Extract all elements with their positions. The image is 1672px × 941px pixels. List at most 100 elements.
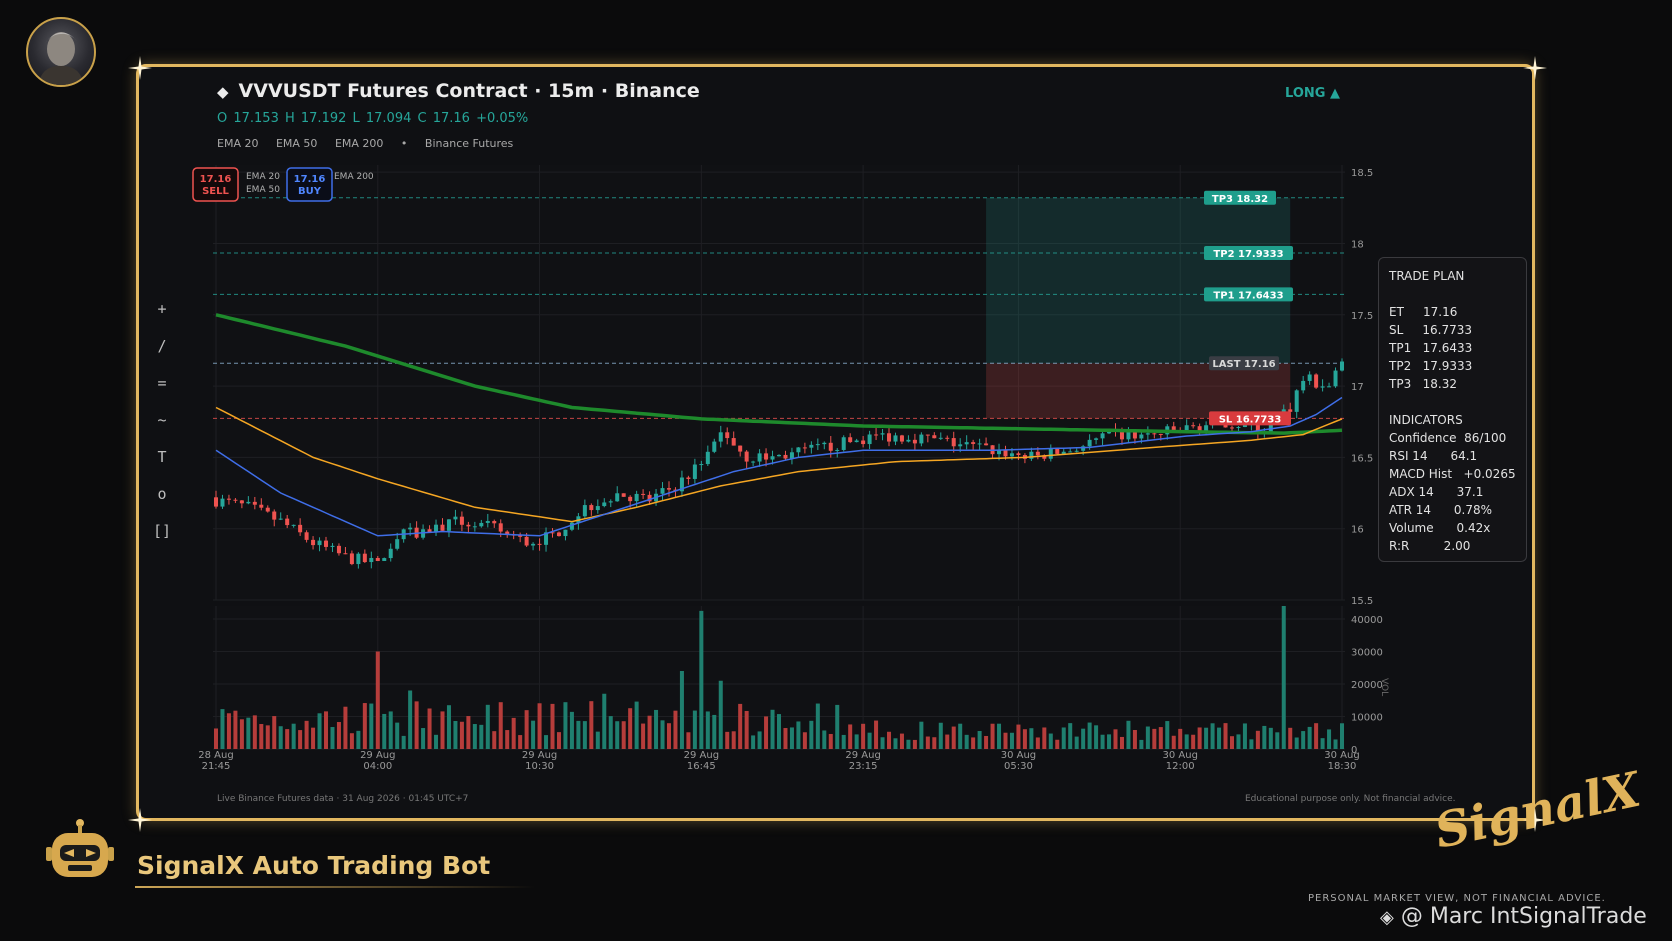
- indicator-macd: MACD Hist +0.0265: [1389, 467, 1516, 481]
- volume-bar: [1061, 727, 1066, 749]
- candle-body: [272, 511, 277, 520]
- volume-bar: [1009, 732, 1014, 749]
- volume-bar: [537, 703, 542, 749]
- volume-bar: [531, 720, 536, 749]
- volume-bar: [744, 710, 749, 749]
- candle-body: [304, 532, 309, 540]
- trade-plan-sl: SL 16.7733: [1389, 323, 1472, 337]
- volume-bar: [899, 733, 904, 749]
- volume-bar: [880, 737, 885, 749]
- time-tick-label: 30 Aug: [1001, 750, 1036, 761]
- candle-body: [324, 540, 329, 547]
- volume-bar: [356, 730, 361, 749]
- price-tick-label: 16: [1351, 525, 1364, 536]
- price-tick-label: 18.5: [1351, 168, 1373, 179]
- candle-body: [1152, 433, 1157, 435]
- time-tick-label: 29 Aug: [845, 750, 880, 761]
- candle-body: [330, 545, 335, 547]
- volume-bar: [971, 737, 976, 749]
- volume-bar: [1255, 730, 1260, 749]
- candle-body: [641, 493, 646, 495]
- volume-bar: [809, 720, 814, 749]
- bot-name: SignalX Auto Trading Bot: [137, 851, 491, 880]
- candle-body: [848, 437, 853, 443]
- candle-body: [252, 501, 257, 505]
- candle-body: [498, 523, 503, 532]
- candle-body: [906, 439, 911, 442]
- time-tick-label: 30 Aug: [1162, 750, 1197, 761]
- volume-bar: [1288, 727, 1293, 749]
- candle-body: [977, 443, 982, 445]
- candle-body: [718, 432, 723, 442]
- candle-body: [854, 440, 859, 443]
- candle-body: [317, 540, 322, 546]
- volume-bar: [408, 690, 413, 749]
- volume-bar: [1262, 725, 1267, 749]
- volume-bar: [1229, 736, 1234, 749]
- candle-body: [466, 524, 471, 527]
- candle-body: [440, 524, 445, 531]
- candle-body: [1301, 380, 1306, 391]
- volume-bar: [421, 728, 426, 749]
- volume-bar: [679, 671, 684, 749]
- volume-bar: [304, 720, 309, 749]
- candle-body: [213, 497, 219, 507]
- candle-body: [887, 433, 892, 442]
- volume-bar: [828, 733, 833, 749]
- volume-bar: [298, 730, 303, 749]
- candle-body: [971, 442, 976, 444]
- buy-price: 17.16: [294, 174, 326, 185]
- price-tick-label: 18: [1351, 239, 1364, 250]
- candle-body: [1009, 453, 1014, 457]
- candle-body: [239, 500, 244, 504]
- candle-body: [1236, 427, 1241, 429]
- volume-bar: [291, 723, 296, 749]
- candle-body: [615, 493, 620, 502]
- volume-bar: [932, 737, 937, 749]
- volume-bar: [919, 721, 924, 749]
- candle-body: [472, 526, 477, 528]
- candle-body: [278, 518, 283, 520]
- volume-bar: [893, 738, 898, 749]
- volume-bar: [835, 704, 840, 749]
- volume-bar: [330, 727, 335, 749]
- candle-body: [524, 536, 529, 546]
- candle-body: [841, 437, 846, 450]
- time-tick-label: 16:45: [687, 761, 716, 772]
- price-tick-label: 16.5: [1351, 453, 1373, 464]
- volume-bar: [427, 708, 432, 749]
- volume-bar: [660, 720, 665, 749]
- volume-bar: [233, 710, 238, 749]
- volume-bar: [1171, 735, 1176, 749]
- volume-bar: [440, 711, 445, 749]
- candle-body: [776, 454, 782, 457]
- candle-body: [1307, 374, 1312, 381]
- volume-bar: [738, 703, 743, 749]
- time-tick-label: 28 Aug: [198, 750, 233, 761]
- candle-body: [809, 444, 814, 448]
- candle-body: [298, 524, 303, 533]
- candle-body: [1126, 431, 1131, 440]
- volume-bar: [945, 734, 950, 749]
- bot-name-underline: [135, 886, 535, 888]
- volume-bar: [1281, 606, 1286, 749]
- candle-body: [369, 557, 374, 563]
- volume-bar: [673, 710, 678, 749]
- disclaimer-note: Educational purpose only. Not financial …: [1245, 794, 1456, 804]
- volume-bar: [246, 717, 251, 749]
- tp2-label: TP2 17.9333: [1213, 249, 1283, 260]
- volume-bar: [272, 716, 277, 749]
- volume-tick-label: 10000: [1351, 713, 1383, 724]
- volume-bar: [1132, 730, 1137, 749]
- volume-bar: [1339, 723, 1345, 749]
- candle-body: [621, 493, 626, 497]
- volume-bar: [336, 722, 341, 749]
- volume-bar: [569, 711, 574, 749]
- volume-bar: [1003, 732, 1008, 749]
- volume-bar: [1197, 727, 1202, 749]
- volume-bar: [382, 713, 387, 749]
- volume-bar: [887, 731, 892, 749]
- volume-bar: [375, 651, 380, 749]
- candle-body: [1184, 425, 1189, 431]
- volume-bar: [997, 723, 1002, 749]
